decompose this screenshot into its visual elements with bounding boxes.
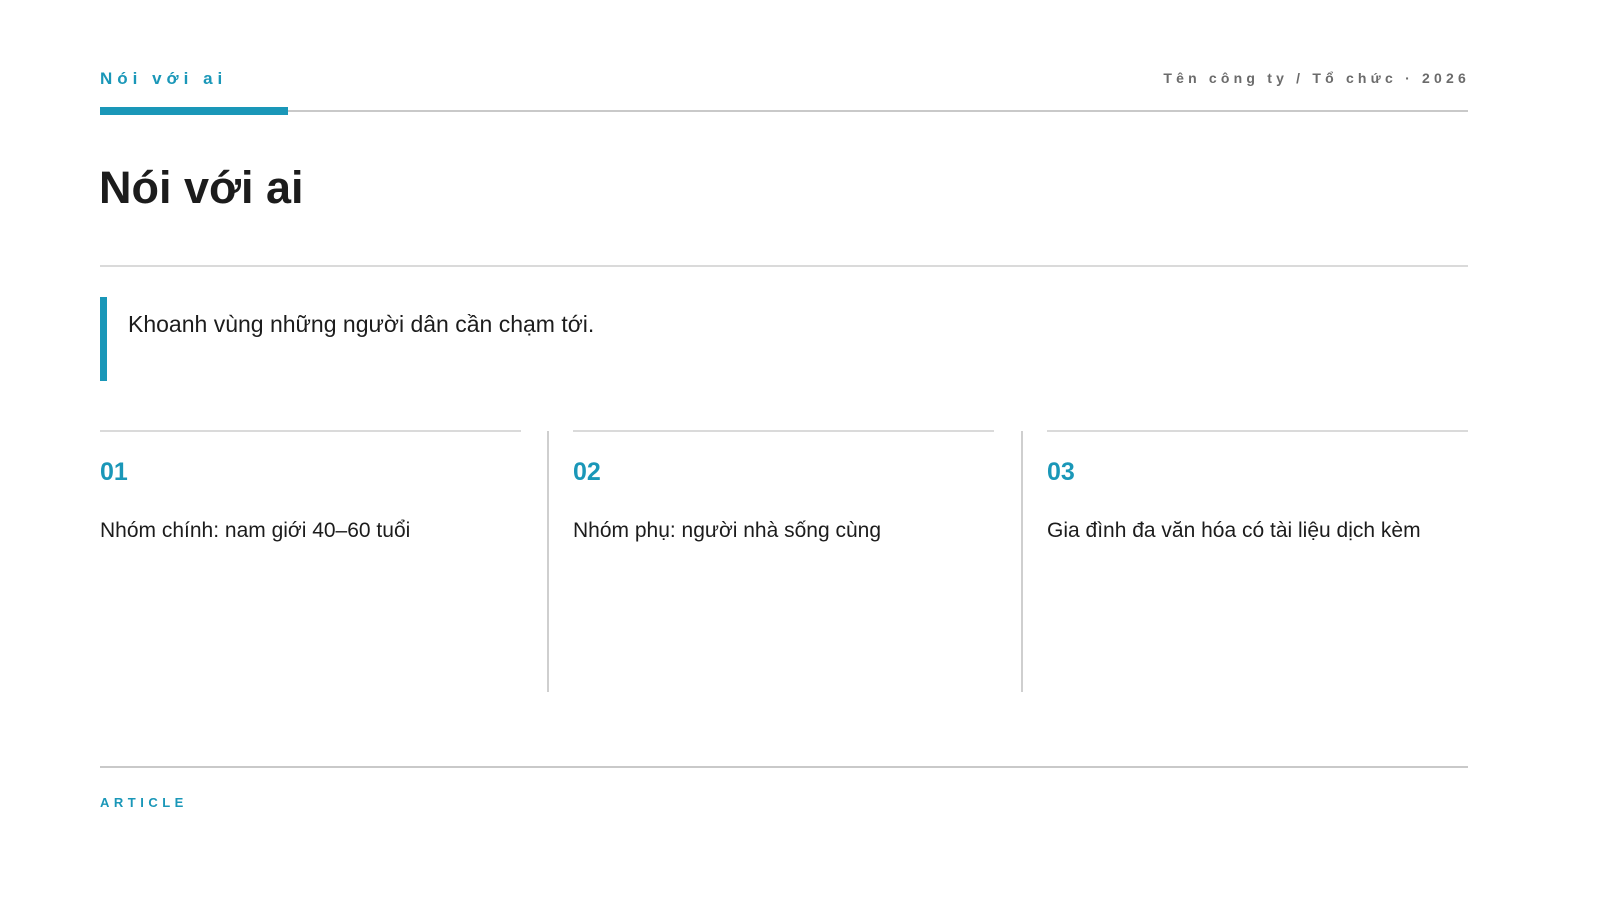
lead-text: Khoanh vùng những người dân cần chạm tới… <box>128 311 595 337</box>
page-title: Nói với ai <box>99 162 304 213</box>
column-2-top-rule <box>573 430 994 432</box>
column-1-top-rule <box>100 430 521 432</box>
column-3-top-rule <box>1047 430 1468 432</box>
lead-accent-bar <box>100 297 107 381</box>
header-accent-bar <box>100 107 288 115</box>
column-2-text: Nhóm phụ: người nhà sống cùng <box>573 519 882 542</box>
column-3-text: Gia đình đa văn hóa có tài liệu dịch kèm <box>1047 519 1421 542</box>
column-2-number: 02 <box>573 458 601 486</box>
column-3-number: 03 <box>1047 458 1075 486</box>
header-divider <box>100 110 1468 112</box>
column-separator-1 <box>547 431 549 692</box>
column-1-text: Nhóm chính: nam giới 40–60 tuổi <box>100 519 411 542</box>
footer-divider <box>100 766 1468 768</box>
footer-label: ARTICLE <box>100 795 188 810</box>
column-1-number: 01 <box>100 458 128 486</box>
slide: Nói với ai Tên công ty / Tổ chức · 2026 … <box>0 0 1598 900</box>
section-label: Nói với ai <box>100 69 228 88</box>
title-divider <box>100 265 1468 267</box>
organization-year-meta: Tên công ty / Tổ chức · 2026 <box>1163 70 1470 86</box>
column-separator-2 <box>1021 431 1023 692</box>
